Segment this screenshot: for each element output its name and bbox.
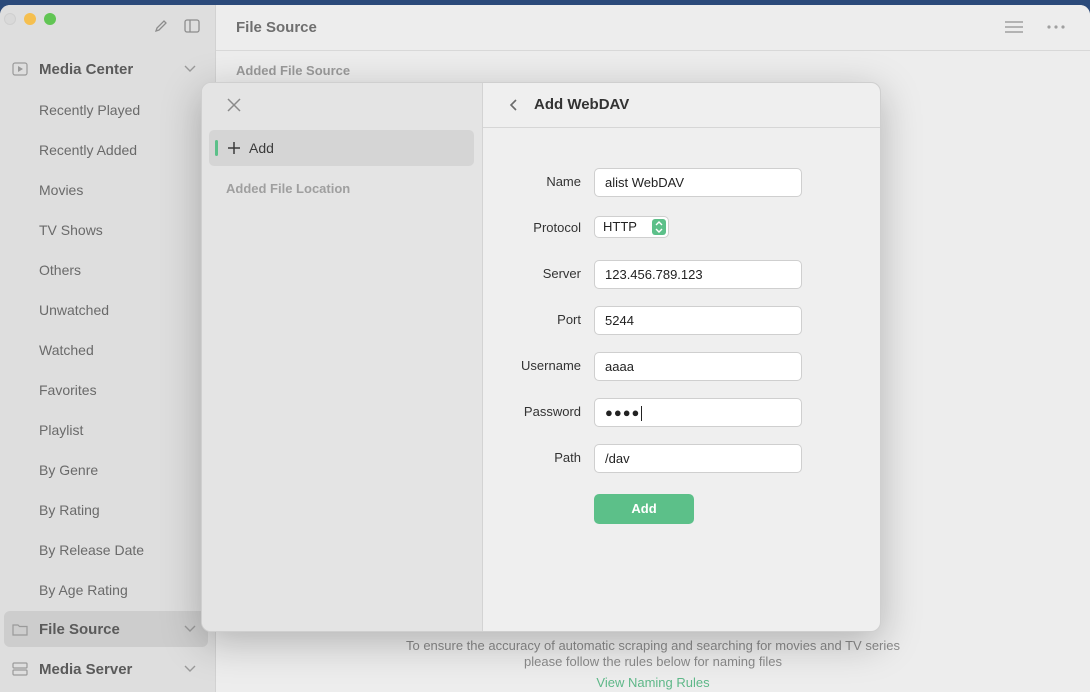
sidebar-section-file-source[interactable]: File Source	[0, 611, 216, 647]
add-source-item[interactable]: Add	[209, 130, 474, 166]
plus-icon	[228, 142, 240, 154]
add-webdav-dialog: Add Added File Location Add WebDAV Name …	[201, 82, 881, 632]
port-row: Port 5244	[483, 305, 880, 335]
sidebar-item-watched[interactable]: Watched	[39, 340, 94, 360]
add-button[interactable]: Add	[594, 494, 694, 524]
sidebar-item-by-age-rating[interactable]: By Age Rating	[39, 580, 128, 600]
name-label: Name	[546, 174, 581, 189]
sidebar-item-others[interactable]: Others	[39, 260, 81, 280]
sidebar-item-playlist[interactable]: Playlist	[39, 420, 83, 440]
password-row: Password ●●●●	[483, 397, 880, 427]
sidebar-item-favorites[interactable]: Favorites	[39, 380, 97, 400]
window-controls	[4, 13, 56, 25]
sidebar-toggle-icon[interactable]	[184, 19, 200, 33]
more-icon[interactable]	[1046, 24, 1066, 30]
server-label: Server	[542, 266, 581, 281]
server-input[interactable]: 123.456.789.123	[594, 260, 802, 289]
chevron-down-icon[interactable]	[184, 63, 196, 73]
page-title: File Source	[236, 19, 317, 36]
username-label: Username	[521, 358, 581, 373]
dialog-title: Add WebDAV	[534, 96, 630, 113]
view-naming-rules-link[interactable]: View Naming Rules	[216, 675, 1090, 690]
path-row: Path /dav	[483, 443, 880, 473]
minimize-window-button[interactable]	[24, 13, 36, 25]
dialog-sidebar: Add Added File Location	[202, 83, 483, 631]
list-icon[interactable]	[1004, 19, 1024, 35]
naming-notice-line-1: To ensure the accuracy of automatic scra…	[405, 638, 900, 653]
password-input[interactable]: ●●●●	[594, 398, 802, 427]
sidebar-section-media-server[interactable]: Media Server	[0, 651, 216, 687]
path-label: Path	[554, 450, 581, 465]
protocol-row: Protocol HTTP	[483, 213, 880, 243]
chevron-down-icon[interactable]	[184, 663, 196, 673]
sidebar-item-by-release-date[interactable]: By Release Date	[39, 540, 144, 560]
sidebar-section-label: File Source	[39, 620, 120, 638]
maximize-window-button[interactable]	[44, 13, 56, 25]
naming-notice-line-2: please follow the rules below for naming…	[524, 654, 782, 669]
sidebar-item-unwatched[interactable]: Unwatched	[39, 300, 109, 320]
sidebar-item-by-rating[interactable]: By Rating	[39, 500, 100, 520]
server-row: Server 123.456.789.123	[483, 259, 880, 289]
select-stepper-icon	[652, 219, 666, 235]
protocol-select[interactable]: HTTP	[594, 216, 669, 238]
dialog-header: Add WebDAV	[483, 83, 880, 128]
sidebar-item-recently-played[interactable]: Recently Played	[39, 100, 140, 120]
sidebar-item-movies[interactable]: Movies	[39, 180, 83, 200]
main-header: File Source	[216, 5, 1090, 51]
dialog-form-panel: Add WebDAV Name alist WebDAV Protocol HT…	[483, 83, 880, 631]
folder-icon	[12, 622, 28, 636]
password-dots: ●●●●	[605, 405, 641, 420]
name-input[interactable]: alist WebDAV	[594, 168, 802, 197]
username-row: Username aaaa	[483, 351, 880, 381]
sidebar-item-tv-shows[interactable]: TV Shows	[39, 220, 103, 240]
chevron-down-icon[interactable]	[184, 623, 196, 633]
protocol-value: HTTP	[603, 219, 637, 234]
added-file-location-label: Added File Location	[226, 181, 351, 196]
chevron-left-icon[interactable]	[507, 98, 521, 112]
selection-indicator	[215, 140, 218, 156]
sidebar: Media Center Recently Played Recently Ad…	[0, 5, 216, 692]
add-source-label: Add	[249, 140, 274, 156]
sidebar-item-by-genre[interactable]: By Genre	[39, 460, 98, 480]
username-input[interactable]: aaaa	[594, 352, 802, 381]
close-icon[interactable]	[226, 97, 242, 113]
sidebar-item-recently-added[interactable]: Recently Added	[39, 140, 137, 160]
section-label-added-file-source: Added File Source	[236, 63, 351, 78]
header-actions	[1004, 19, 1066, 35]
sidebar-section-media-center[interactable]: Media Center	[0, 51, 216, 87]
play-icon	[12, 62, 28, 76]
protocol-label: Protocol	[533, 220, 581, 235]
sidebar-section-label: Media Center	[39, 60, 134, 78]
text-caret	[641, 406, 643, 422]
name-row: Name alist WebDAV	[483, 167, 880, 197]
edit-icon[interactable]	[154, 19, 168, 33]
close-window-button[interactable]	[4, 13, 16, 25]
path-input[interactable]: /dav	[594, 444, 802, 473]
sidebar-tools	[154, 19, 200, 33]
port-label: Port	[557, 312, 581, 327]
password-label: Password	[523, 404, 581, 419]
port-input[interactable]: 5244	[594, 306, 802, 335]
server-icon	[12, 662, 28, 676]
sidebar-section-label: Media Server	[39, 660, 133, 678]
